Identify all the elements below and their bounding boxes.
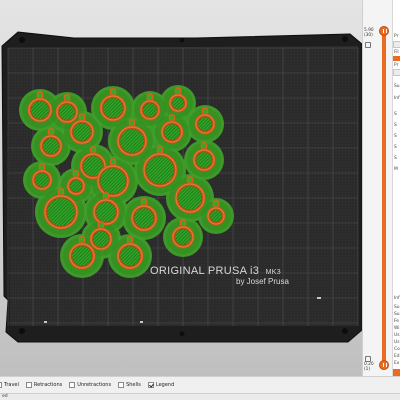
bed-byline: by Josef Prusa [236,277,289,286]
sidebar-filament-label: Fil [394,50,399,55]
legend-toggle-unretractions[interactable]: Unretractions [69,377,112,393]
sidebar-info-row: Us [394,340,400,345]
slider-bottom-layer: (1) [364,367,371,372]
shells-label: Shells [126,382,141,388]
sidebar-supports-label: Su [394,84,400,89]
slider-top-thumb[interactable] [379,26,389,36]
sidebar-info-row: Ex [394,361,400,366]
export-gcode-button[interactable] [393,369,400,376]
sidebar-object-row[interactable]: S [394,156,397,161]
sidebar-object-row[interactable]: S [394,145,397,150]
legend-toggle-shells[interactable]: Shells [118,377,141,393]
sidebar-printer-label: Pr [394,63,399,68]
status-text: ed [2,394,8,399]
print-bed-scene[interactable]: ORIGINAL PRUSA i3 MK3 by Josef Prusa [0,0,362,376]
unretractions-checkbox[interactable] [69,382,76,388]
sidebar-info-row: Us [394,333,400,338]
slider-settings-icon[interactable] [365,356,371,362]
legend-checkbox[interactable] [147,382,154,388]
sidebar-info-row: Wi [394,326,400,331]
slider-bottom-thumb[interactable] [379,360,389,370]
sidebar-info-row: Ed [394,354,400,359]
sidebar-print-settings-label: Pr [394,34,399,39]
sidebar-print-settings-dropdown[interactable] [393,41,400,48]
3d-preview-viewport[interactable]: ORIGINAL PRUSA i3 MK3 by Josef Prusa [0,0,362,376]
shells-checkbox[interactable] [118,382,125,388]
sidebar-info-row: Su [394,312,400,317]
sidebar-info-row: Su [394,305,400,310]
unretractions-label: Unretractions [77,382,112,388]
travel-checkbox[interactable] [0,382,2,388]
sidebar-info-row: Fe [394,319,399,324]
bed-brand-main: ORIGINAL PRUSA i3 [150,265,259,277]
slider-lock-icon[interactable] [365,42,371,48]
sidebar-infill-label: Inf [394,96,400,101]
bed-brand-model: MK3 [266,269,281,276]
sidebar-info-label: Inf [394,296,400,301]
slider-top-layer: (30) [364,33,373,38]
bed-brand-text: ORIGINAL PRUSA i3 MK3 [150,265,281,277]
retractions-checkbox[interactable] [25,382,32,388]
legend-toggle-retractions[interactable]: Retractions [25,377,63,393]
legend-toggle-legend[interactable]: Legend [147,377,175,393]
sidebar-object-row[interactable]: S [394,134,397,139]
legend-label: Legend [155,382,175,388]
travel-label: Travel [4,382,19,388]
sidebar-object-row[interactable]: M [394,167,398,172]
sidebar-info-row: Co [394,347,400,352]
settings-sidebar: Pr Fil Pr Su Inf S S S S S M Inf Su Su F… [392,0,400,376]
sidebar-filament-color-swatch[interactable] [393,56,400,61]
sidebar-printer-dropdown[interactable] [393,69,400,76]
sidebar-object-row[interactable]: S [394,123,397,128]
retractions-label: Retractions [33,382,63,388]
sidebar-object-row[interactable]: S [394,112,397,117]
slider-track[interactable] [382,32,386,362]
status-bar: ed [0,393,400,400]
layer-height-slider[interactable]: 5.90 (30) 0.20 (1) [362,0,392,376]
preview-legend-bar: Travel Retractions Unretractions Shells … [0,376,400,393]
legend-toggle-travel[interactable]: Travel [0,377,19,393]
